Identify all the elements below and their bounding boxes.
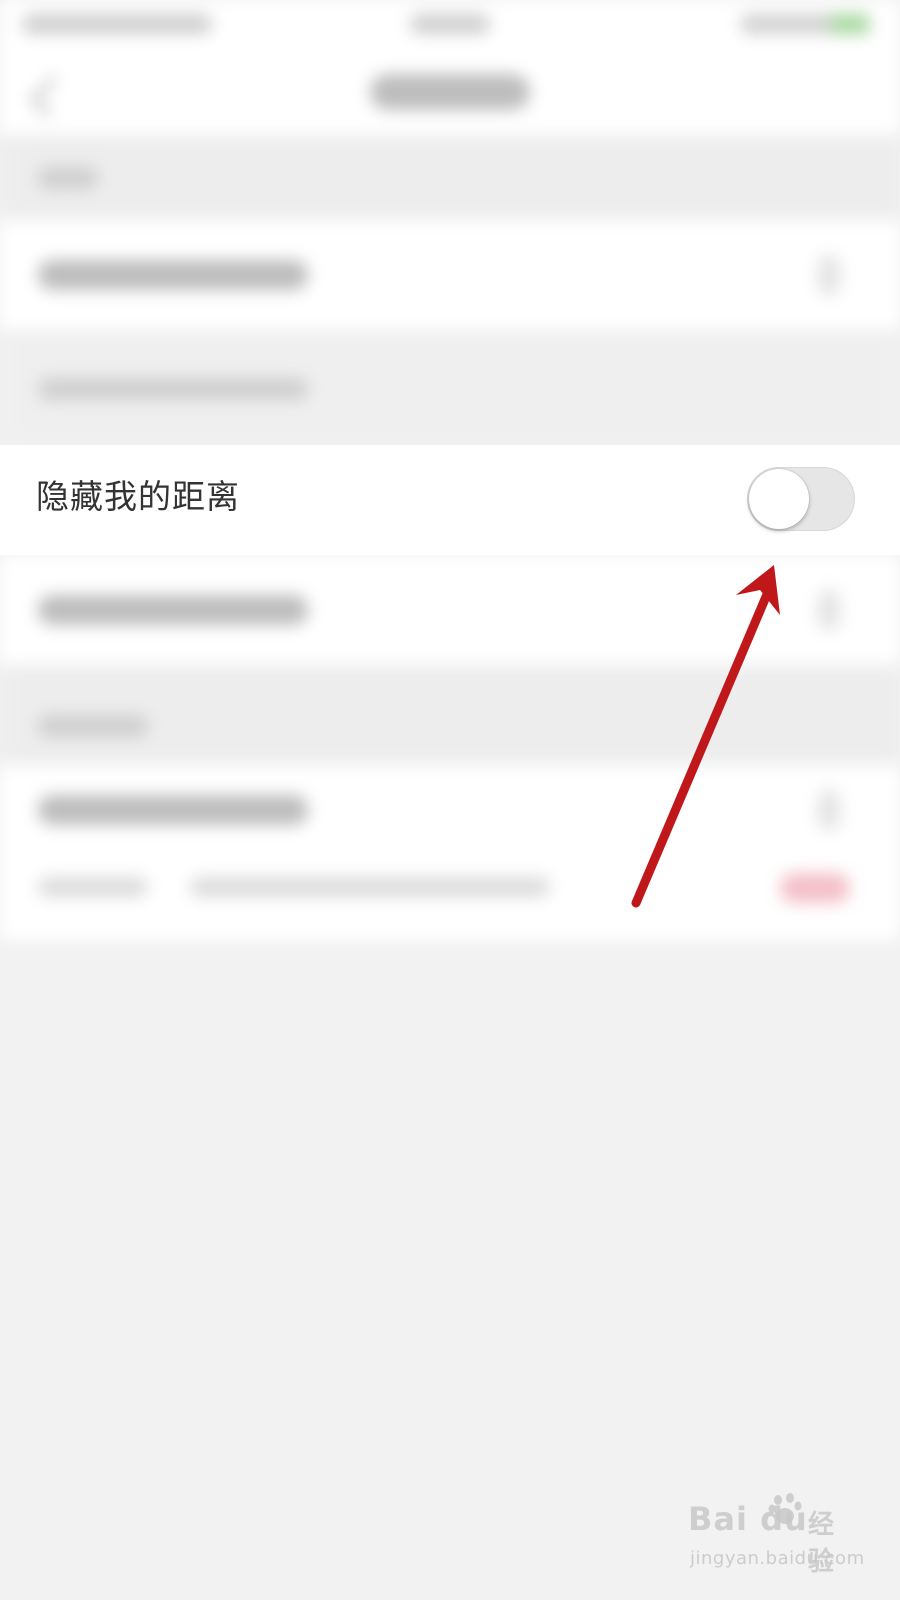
- nav-bar: [0, 50, 900, 135]
- list-item-sub: [38, 877, 148, 897]
- section-header: [0, 665, 900, 765]
- battery-icon: [830, 14, 870, 34]
- section-hint: [0, 330, 900, 445]
- toggle-knob: [749, 469, 809, 529]
- list-item[interactable]: [0, 555, 900, 665]
- paw-icon: [768, 1493, 802, 1524]
- section-hint-text: [38, 378, 308, 400]
- watermark-url: jingyan.baidu.com: [690, 1548, 865, 1569]
- status-bar: [0, 0, 900, 50]
- hide-distance-label: 隐藏我的距离: [36, 477, 240, 516]
- status-carrier: [22, 14, 212, 34]
- baidu-jingyan-watermark: Bai du 经验 jingyan.baidu.com: [688, 1493, 864, 1590]
- chevron-right-icon: [818, 255, 840, 295]
- chevron-right-icon: [818, 590, 840, 630]
- list-item-label: [38, 260, 308, 290]
- hide-distance-toggle[interactable]: [747, 467, 855, 531]
- chevron-right-icon: [818, 790, 840, 830]
- section-header-text: [38, 715, 148, 737]
- back-icon[interactable]: [29, 75, 72, 118]
- list-item-label: [38, 595, 308, 625]
- list-item-sub: [190, 877, 550, 897]
- settings-screen: 隐藏我的距离 Bai du 经验 jingyan.baidu.com: [0, 0, 900, 1600]
- section-header-text: [38, 167, 98, 189]
- red-badge: [780, 873, 850, 903]
- hide-distance-row: 隐藏我的距离: [0, 445, 900, 555]
- section-header: [0, 135, 900, 220]
- nav-title: [370, 74, 530, 110]
- list-item[interactable]: [0, 765, 900, 940]
- list-item-label: [38, 795, 308, 825]
- list-item[interactable]: [0, 220, 900, 330]
- status-time: [410, 14, 490, 34]
